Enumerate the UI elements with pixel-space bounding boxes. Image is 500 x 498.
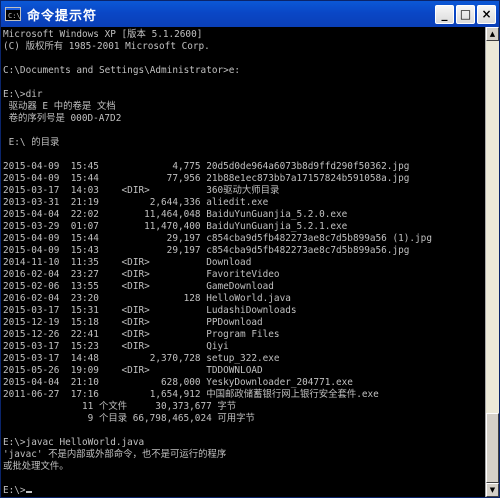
console-line: 2015-03-17 15:31 <DIR> LudashiDownloads <box>3 305 297 316</box>
vertical-scrollbar[interactable]: ▲ ▼ <box>485 27 499 497</box>
console-line: 2015-12-19 15:18 <DIR> PPDownload <box>3 317 263 328</box>
console-line: 2015-04-09 15:44 29,197 c854cba9d5fb4822… <box>3 233 432 244</box>
command-prompt-window: C:\ 命令提示符 _ □ × Microsoft Windows XP [版本… <box>0 0 500 498</box>
console-app-icon[interactable]: C:\ <box>5 7 21 21</box>
console-line: 或批处理文件。 <box>3 461 69 472</box>
console-line: 2015-02-06 13:55 <DIR> GameDownload <box>3 281 274 292</box>
console-line: 2015-04-04 21:10 628,000 YeskyDownloader… <box>3 377 353 388</box>
window-title: 命令提示符 <box>27 8 98 24</box>
console-line: Microsoft Windows XP [版本 5.1.2600] <box>3 29 203 40</box>
console-line: 11 个文件 30,373,677 字节 <box>3 401 237 412</box>
console-line: 2015-04-04 22:02 11,464,048 BaiduYunGuan… <box>3 209 348 220</box>
console-line: E:\> <box>3 485 485 497</box>
maximize-button[interactable]: □ <box>456 4 475 24</box>
console-line: E:\>javac HelloWorld.java <box>3 437 145 448</box>
svg-text:C:\: C:\ <box>8 12 20 20</box>
scroll-up-arrow-icon[interactable]: ▲ <box>486 27 499 41</box>
console-line: E:\>dir <box>3 89 43 100</box>
title-bar[interactable]: C:\ 命令提示符 _ □ × <box>1 1 499 27</box>
scrollbar-thumb[interactable] <box>486 413 499 483</box>
console-line: 2014-11-10 11:35 <DIR> Download <box>3 257 252 268</box>
console-line: C:\Documents and Settings\Administrator>… <box>3 65 241 76</box>
minimize-button[interactable]: _ <box>435 4 454 24</box>
console-line: 2013-03-31 21:19 2,644,336 aliedit.exe <box>3 197 269 208</box>
close-button[interactable]: × <box>477 4 496 24</box>
console-line: 2015-05-26 19:09 <DIR> TDDOWNLOAD <box>3 365 263 376</box>
console-line: 2015-03-29 01:07 11,470,400 BaiduYunGuan… <box>3 221 348 232</box>
console-line: 2016-02-04 23:20 128 HelloWorld.java <box>3 293 291 304</box>
console-output[interactable]: Microsoft Windows XP [版本 5.1.2600] (C) 版权… <box>1 27 485 497</box>
console-line: 2011-06-27 17:16 1,654,912 中国邮政储蓄银行网上银行安… <box>3 389 379 400</box>
console-line: 2015-04-09 15:45 4,775 20d5d0de964a6073b… <box>3 161 410 172</box>
console-line: 2015-12-26 22:41 <DIR> Program Files <box>3 329 280 340</box>
console-line: 驱动器 E 中的卷是 文档 <box>3 101 116 112</box>
text-cursor <box>25 491 32 493</box>
console-line: 2015-04-09 15:43 29,197 c854cba9d5fb4822… <box>3 245 410 256</box>
scroll-down-arrow-icon[interactable]: ▼ <box>486 483 499 497</box>
console-line: 'javac' 不是内部或外部命令，也不是可运行的程序 <box>3 449 227 460</box>
console-line: 2016-02-04 23:27 <DIR> FavoriteVideo <box>3 269 280 280</box>
console-line: 2015-03-17 14:48 2,370,728 setup_322.exe <box>3 353 280 364</box>
console-line: 2015-03-17 14:03 <DIR> 360驱动大师目录 <box>3 185 280 196</box>
console-line: 2015-04-09 15:44 77,956 21b88e1ec873bb7a… <box>3 173 410 184</box>
console-line: 2015-03-17 15:23 <DIR> Qiyi <box>3 341 229 352</box>
console-line: 卷的序列号是 000D-A7D2 <box>3 113 122 124</box>
console-line: (C) 版权所有 1985-2001 Microsoft Corp. <box>3 41 210 52</box>
console-line: E:\ 的目录 <box>3 137 60 148</box>
console-line: 9 个目录 66,798,465,024 可用字节 <box>3 413 255 424</box>
